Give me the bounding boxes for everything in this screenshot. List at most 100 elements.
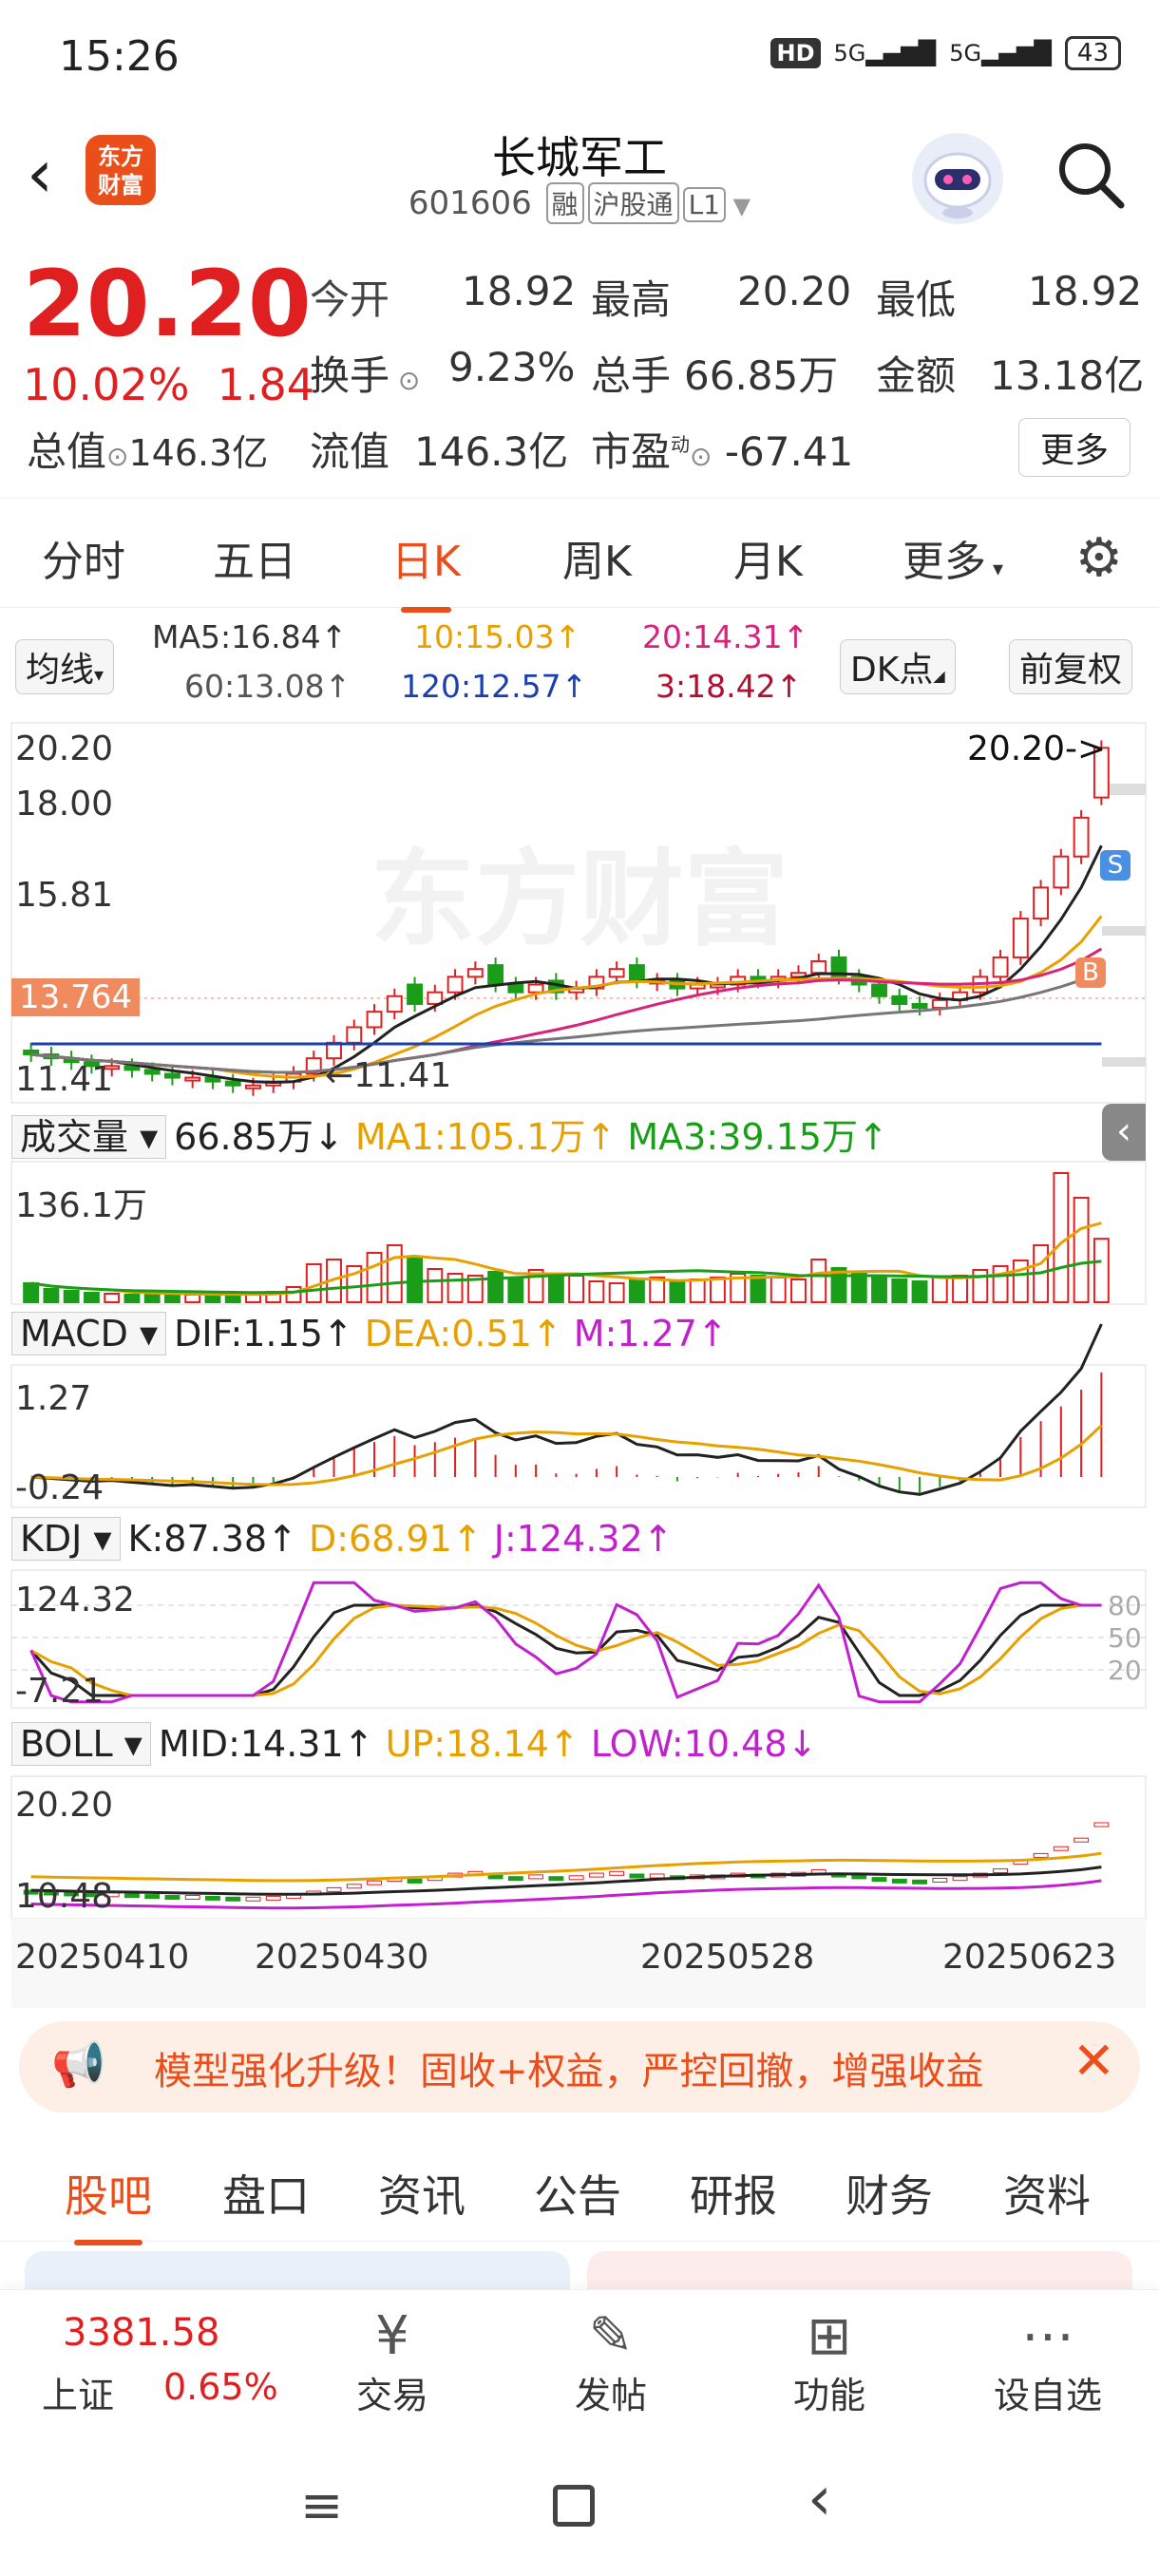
functions-label: 功能	[792, 2374, 865, 2416]
chevron-down-icon[interactable]: ▼	[726, 193, 750, 219]
pe-label-text: 市盈	[591, 428, 672, 475]
kdj-panel	[10, 1569, 1147, 1709]
info-icon[interactable]: ⊙	[106, 441, 128, 472]
dk-points-button[interactable]: DK点◢	[840, 639, 956, 694]
low-value: 18.92	[1028, 268, 1143, 314]
more-button[interactable]: 更多	[1017, 418, 1130, 477]
home-icon[interactable]	[553, 2485, 595, 2527]
volume-bar	[1092, 1238, 1110, 1304]
gear-icon[interactable]: ⚙	[1075, 527, 1123, 589]
open-value: 18.92	[462, 268, 577, 314]
stock-code: 601606	[408, 184, 532, 222]
amount-label: 金额	[876, 352, 957, 399]
volume-bar	[669, 1280, 686, 1303]
tab-intraday[interactable]: 分时	[42, 527, 125, 588]
boll-candle	[346, 1884, 362, 1889]
candle-body	[992, 956, 1009, 978]
tab-five-day[interactable]: 五日	[213, 527, 296, 588]
boll-candle	[326, 1886, 342, 1892]
candle-body	[407, 983, 423, 1005]
volume-bar	[810, 1259, 827, 1303]
boll-candle	[932, 1878, 948, 1883]
low-marker-value: 11.41	[353, 1056, 452, 1095]
trade-button[interactable]: ¥ 交易	[321, 2307, 464, 2418]
buy-signal-icon[interactable]: B	[1075, 957, 1106, 988]
candle-body	[164, 1072, 180, 1079]
turnover-label-text: 换手	[310, 352, 390, 399]
promo-banner[interactable]: 📢 模型强化升级！固收+权益，严控回撤，增强收益 ✕	[19, 2021, 1140, 2112]
robot-assistant-icon[interactable]	[912, 133, 1003, 224]
adjust-button[interactable]: 前复权	[1009, 639, 1133, 694]
info-icon[interactable]: ⊙	[690, 441, 712, 472]
low-label: 最低	[876, 276, 957, 323]
candle-body	[507, 983, 524, 994]
tab-forum[interactable]: 股吧	[65, 2162, 152, 2245]
volume-bar	[204, 1295, 221, 1303]
volume-bar	[750, 1275, 767, 1303]
kline-ymin: 11.41	[15, 1060, 114, 1099]
signal-icon-1: 5G▂▄▆█	[833, 40, 937, 66]
tab-financials[interactable]: 财务	[846, 2162, 933, 2225]
volume-bar	[487, 1271, 504, 1303]
tab-daily-k[interactable]: 日K	[391, 527, 461, 613]
ma3-value: 3:18.42↑	[656, 668, 803, 705]
tab-announcements[interactable]: 公告	[534, 2162, 621, 2225]
search-icon[interactable]	[1053, 137, 1129, 213]
macd-selector[interactable]: MACD ▾	[11, 1312, 167, 1355]
volume-bar	[588, 1280, 605, 1303]
kdj-20: 20	[1108, 1655, 1142, 1686]
status-icons: HD 5G▂▄▆█ 5G▂▄▆█ 43	[770, 36, 1121, 70]
post-button[interactable]: ✎ 发帖	[540, 2307, 682, 2418]
close-icon[interactable]: ✕	[1073, 2031, 1115, 2091]
trade-label: 交易	[355, 2374, 428, 2416]
ma10-value: 10:15.03↑	[414, 618, 581, 655]
functions-button[interactable]: ⊞ 功能	[758, 2307, 901, 2418]
tag-margin: 融	[545, 182, 584, 224]
caret-down-icon: ▾	[986, 558, 1004, 581]
volume-bar	[23, 1282, 40, 1303]
kdj-selector[interactable]: KDJ ▾	[11, 1517, 121, 1561]
volume-ma3: MA3:39.15万	[627, 1116, 858, 1158]
boll-candle	[507, 1876, 523, 1882]
system-nav-bar: ≡ ‹	[0, 2432, 1159, 2576]
volume-bar	[407, 1256, 423, 1303]
volume-bar	[285, 1286, 302, 1303]
info-icon[interactable]: ⊙	[390, 365, 420, 396]
boll-candle	[205, 1895, 220, 1901]
boll-candle	[629, 1873, 645, 1879]
volume-selector[interactable]: 成交量 ▾	[11, 1115, 167, 1159]
tab-profile[interactable]: 资料	[1003, 2162, 1091, 2225]
ma120-value: 120:12.57↑	[401, 668, 588, 705]
ma60-value: 60:13.08↑	[184, 668, 352, 705]
tab-news[interactable]: 资讯	[378, 2162, 466, 2225]
ma5-value: MA5:16.84↑	[152, 618, 348, 655]
volume-bar	[43, 1288, 60, 1303]
chart-canvas[interactable]: 东方财富	[0, 717, 1159, 2009]
net2-label: 5G	[949, 40, 982, 66]
quote-panel: 20.20 10.02% 1.84 今开 18.92 最高 20.20 最低 1…	[0, 247, 1159, 499]
volume-bar	[224, 1294, 241, 1303]
status-bar: 15:26 HD 5G▂▄▆█ 5G▂▄▆█ 43	[0, 0, 1159, 114]
tab-more[interactable]: 更多 ▾	[902, 527, 1003, 588]
tab-research[interactable]: 研报	[690, 2162, 777, 2225]
collapse-side-icon[interactable]: ‹	[1102, 1104, 1146, 1161]
candle-body	[1012, 918, 1029, 958]
back-icon[interactable]: ‹	[808, 2464, 832, 2534]
tab-orderbook[interactable]: 盘口	[222, 2162, 310, 2225]
candle-body	[386, 994, 403, 1013]
tab-monthly-k[interactable]: 月K	[733, 527, 803, 588]
post-label: 发帖	[574, 2374, 647, 2416]
yen-icon: ¥	[375, 2305, 409, 2367]
boll-candle	[1033, 1852, 1049, 1858]
net1-label: 5G	[833, 40, 866, 66]
ma-selector[interactable]: 均线▾	[15, 639, 115, 694]
volume-ymax: 136.1万	[15, 1186, 148, 1225]
sell-signal-icon[interactable]: S	[1100, 850, 1130, 881]
index-value[interactable]: 3381.58	[63, 2311, 219, 2355]
add-watchlist-button[interactable]: ⋯ 设自选	[977, 2307, 1119, 2418]
tab-weekly-k[interactable]: 周K	[562, 527, 632, 588]
menu-icon[interactable]: ≡	[300, 2475, 343, 2535]
boll-selector[interactable]: BOLL ▾	[11, 1722, 151, 1766]
candle-body	[527, 983, 544, 994]
tag-level[interactable]: L1	[682, 187, 726, 222]
